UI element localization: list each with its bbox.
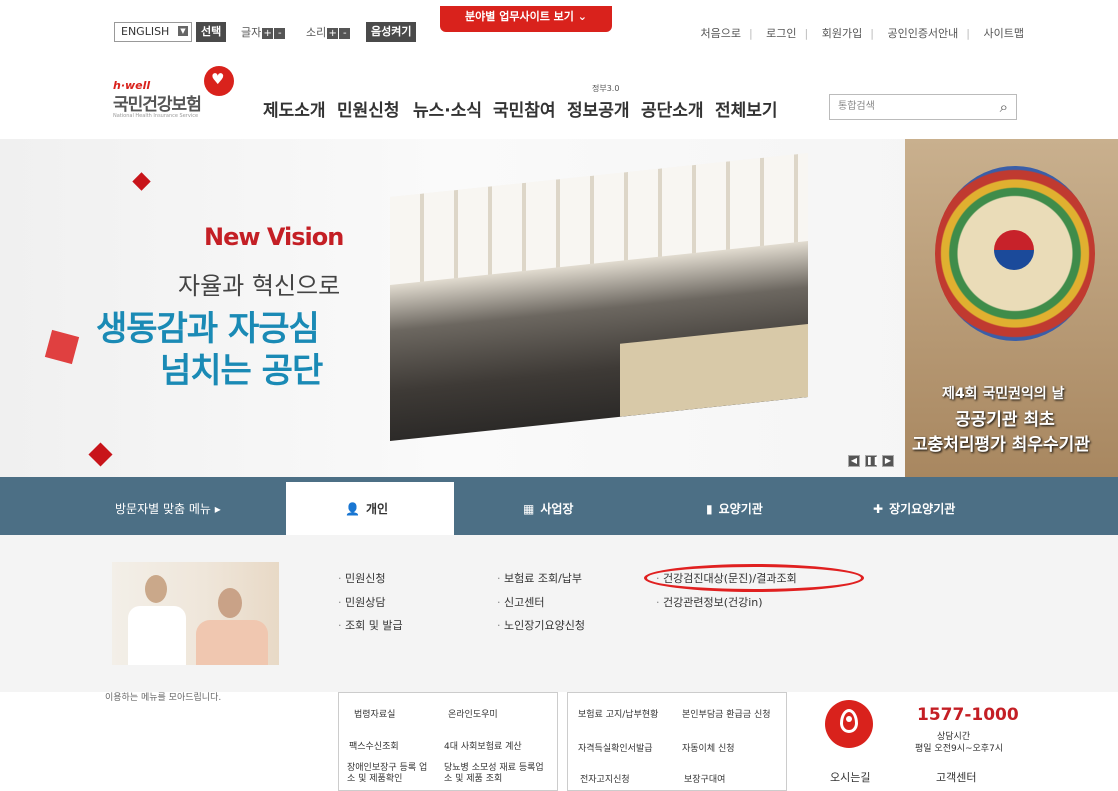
home-link[interactable]: 처음으로 xyxy=(700,27,740,40)
search-icon[interactable]: ⌕ xyxy=(1000,95,1008,119)
auditorium-photo xyxy=(390,153,808,441)
bookmark-icon: ▮ xyxy=(706,502,713,516)
photo-doctor-coat xyxy=(128,606,186,665)
sitemap-link[interactable]: 사이트맵 xyxy=(984,27,1024,40)
highlight-circle xyxy=(644,564,864,592)
taeguk-symbol xyxy=(994,230,1034,270)
award-line1: 제4회 국민권익의 날 xyxy=(942,386,1065,402)
logo-english: National Health Insurance Service xyxy=(113,113,199,119)
quick-link[interactable]: 4대 사회보험료 계산 xyxy=(444,739,522,752)
quick-link[interactable]: 보장구대여 xyxy=(684,772,725,785)
next-slide-button[interactable]: ▶ xyxy=(882,455,894,467)
divider: | xyxy=(870,27,874,40)
certificate-guide-link[interactable]: 공인인증서안내 xyxy=(887,27,958,40)
submenu-link[interactable]: 민원신청 xyxy=(338,570,385,586)
language-select-button[interactable]: 선택 xyxy=(196,22,227,42)
nav-item-about[interactable]: 공단소개 xyxy=(641,96,704,121)
quick-link[interactable]: 자격득실확인서발급 xyxy=(578,741,653,754)
submenu-link[interactable]: 건강관련정보(건강in) xyxy=(656,594,763,610)
visitor-menu-label: 방문자별 맞춤 메뉴 ▸ xyxy=(115,502,221,516)
language-select[interactable]: ENGLISH ▼ xyxy=(114,22,192,42)
quick-link[interactable]: 장애인보장구 등록 업소 및 제품확인 xyxy=(347,763,432,785)
font-decrease-button[interactable]: - xyxy=(274,27,286,39)
search-input[interactable]: 통합검색 ⌕ xyxy=(829,94,1017,120)
quick-link[interactable]: 온라인도우미 xyxy=(448,707,498,720)
phone-number: 1577-1000 xyxy=(917,705,1019,725)
nav-item-all[interactable]: 전체보기 xyxy=(715,96,778,121)
divider: | xyxy=(748,27,753,40)
font-increase-button[interactable]: + xyxy=(262,27,274,39)
location-pin-dot xyxy=(846,716,852,722)
award-line3: 고충처리평가 최우수기관 xyxy=(912,435,1090,455)
tab-workplace-label: 사업장 xyxy=(540,502,574,516)
submenu-link[interactable]: 노인장기요양신청 xyxy=(497,617,585,633)
sound-increase-button[interactable]: + xyxy=(327,27,339,39)
logo[interactable]: 국민건강보험 xyxy=(113,90,202,115)
field-sites-label: 분야별 업무사이트 보기 xyxy=(465,10,574,23)
gov3-badge: 정부3.0 xyxy=(592,84,620,93)
font-size-control: 글자 + - xyxy=(241,24,286,40)
divider: | xyxy=(966,27,971,40)
tab-care-institution[interactable]: ▮ 요양기관 xyxy=(706,500,763,517)
search-placeholder: 통합검색 xyxy=(838,101,875,112)
tab-individual[interactable]: 👤 개인 xyxy=(345,500,388,517)
tab-longterm-care[interactable]: ✚ 장기요양기관 xyxy=(873,500,955,517)
banner-line3: 넘치는 공단 xyxy=(160,351,323,391)
quick-link[interactable]: 자동이체 신청 xyxy=(682,741,735,754)
submenu-link[interactable]: 민원상담 xyxy=(338,594,385,610)
pause-slide-button[interactable]: ❚❚ xyxy=(865,455,879,467)
hours-text: 평일 오전9시~오후7시 xyxy=(915,744,1004,754)
tab-longterm-care-label: 장기요양기관 xyxy=(889,502,956,516)
photo-patient-body xyxy=(196,620,268,665)
top-links: 처음으로 | 로그인 | 회원가입 | 공인인증서안내 | 사이트맵 xyxy=(690,25,1024,41)
chevron-down-icon: ▼ xyxy=(178,26,188,36)
chevron-down-icon: ⌄ xyxy=(577,10,587,23)
nav-item-civil[interactable]: 민원신청 xyxy=(337,96,400,121)
submenu-link[interactable]: 보험료 조회/납부 xyxy=(497,570,582,586)
photo-patient-head xyxy=(218,588,242,618)
person-icon: 👤 xyxy=(345,502,360,516)
font-size-label: 글자 xyxy=(241,26,262,39)
customer-center-link[interactable]: 고객센터 xyxy=(936,769,976,785)
submenu-link[interactable]: 신고센터 xyxy=(497,594,544,610)
photo-doctor-head xyxy=(145,575,167,603)
tab-care-institution-label: 요양기관 xyxy=(718,502,763,516)
sound-decrease-button[interactable]: - xyxy=(339,27,351,39)
nav-item-news[interactable]: 뉴스·소식 xyxy=(413,96,482,121)
tab-individual-label: 개인 xyxy=(365,502,389,516)
banner-new-vision: New Vision xyxy=(204,223,344,251)
nav-item-disclosure[interactable]: 정보공개 xyxy=(567,96,630,121)
medical-bag-icon: ✚ xyxy=(873,502,884,516)
quick-link[interactable]: 팩스수신조회 xyxy=(349,739,399,752)
signup-link[interactable]: 회원가입 xyxy=(822,27,862,40)
banner-line1: 자율과 혁신으로 xyxy=(178,272,341,300)
heart-logo-icon xyxy=(204,66,234,96)
quick-menu-caption: 이용하는 메뉴를 모아드립니다. xyxy=(105,693,222,703)
sound-control: 소리 + - xyxy=(306,24,351,40)
award-line2: 공공기관 최초 xyxy=(955,410,1055,430)
quick-link[interactable]: 본인부담금 환급금 신청 xyxy=(682,707,771,720)
building-icon: ▦ xyxy=(523,502,535,516)
quick-link[interactable]: 당뇨병 소모성 재료 등록업소 및 제품 조회 xyxy=(444,763,544,785)
sound-label: 소리 xyxy=(306,26,327,39)
quick-link[interactable]: 법령자료실 xyxy=(354,707,395,720)
nav-item-system[interactable]: 제도소개 xyxy=(263,96,326,121)
prev-slide-button[interactable]: ◀ xyxy=(848,455,860,467)
login-link[interactable]: 로그인 xyxy=(766,27,796,40)
nav-item-participation[interactable]: 국민참여 xyxy=(493,96,556,121)
quick-link[interactable]: 전자고지신청 xyxy=(580,772,630,785)
divider: | xyxy=(804,27,809,40)
submenu-link[interactable]: 조회 및 발급 xyxy=(338,617,403,633)
voice-on-button[interactable]: 음성켜기 xyxy=(366,22,417,42)
directions-label[interactable]: 오시는길 xyxy=(830,769,870,785)
tab-workplace[interactable]: ▦ 사업장 xyxy=(523,500,573,517)
quick-link[interactable]: 보험료 고지/납부현황 xyxy=(578,707,658,720)
field-sites-tab[interactable]: 분야별 업무사이트 보기 ⌄ xyxy=(440,6,612,32)
